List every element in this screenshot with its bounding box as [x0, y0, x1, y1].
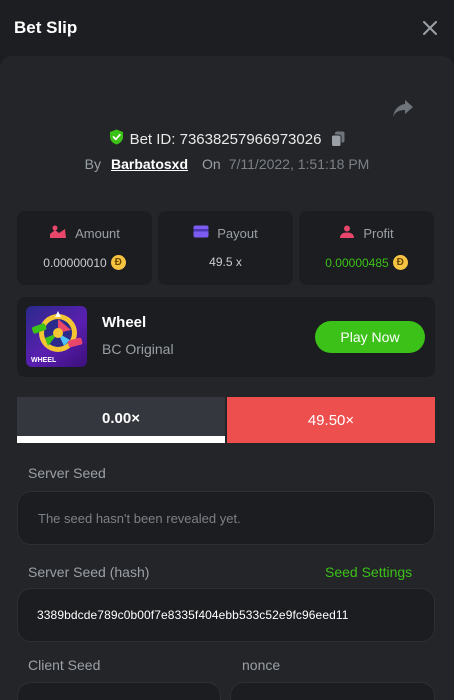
- share-icon[interactable]: [392, 98, 414, 118]
- payout-value: 49.5 x: [209, 255, 242, 269]
- profit-value: 0.00000485: [325, 255, 389, 270]
- server-seed-field[interactable]: The seed hasn't been revealed yet.: [17, 491, 435, 545]
- server-seed-hash-label: Server Seed (hash): [28, 564, 150, 580]
- bet-timestamp: 7/11/2022, 1:51:18 PM: [228, 156, 370, 172]
- profit-card: Profit 0.00000485 Đ: [299, 211, 434, 285]
- on-label: On: [202, 156, 221, 172]
- nonce-label: nonce: [242, 657, 281, 673]
- wheel-game-thumbnail[interactable]: WHEEL: [26, 306, 87, 367]
- verified-shield-icon: [109, 129, 124, 149]
- close-icon[interactable]: [420, 18, 440, 38]
- amount-label: Amount: [75, 226, 120, 241]
- payout-label: Payout: [217, 225, 258, 241]
- copy-icon[interactable]: [331, 131, 345, 147]
- bet-meta-row: By Barbatosxd On 7/11/2022, 1:51:18 PM: [0, 153, 454, 175]
- nonce-field[interactable]: [230, 682, 435, 700]
- server-seed-placeholder: The seed hasn't been revealed yet.: [38, 510, 241, 526]
- bet-id: Bet ID: 73638257966973026: [129, 130, 322, 148]
- client-seed-field[interactable]: [17, 682, 221, 700]
- server-seed-hash-field[interactable]: 3389bdcde789c0b00f7e8335f404ebb533c52e9f…: [17, 588, 435, 642]
- amount-value: 0.00000010: [43, 255, 107, 270]
- multiplier-segment-result: 49.50×: [227, 397, 435, 443]
- server-seed-label: Server Seed: [28, 465, 106, 481]
- client-seed-label: Client Seed: [28, 657, 101, 673]
- amount-card: Amount 0.00000010 Đ: [17, 211, 152, 285]
- game-name: Wheel: [102, 314, 147, 331]
- server-seed-hash-value: 3389bdcde789c0b00f7e8335f404ebb533c52e9f…: [37, 608, 349, 622]
- by-label: By: [84, 156, 101, 172]
- play-now-button[interactable]: Play Now: [315, 321, 425, 353]
- amount-icon: [49, 225, 67, 242]
- coin-icon: Đ: [110, 255, 126, 270]
- coin-icon: Đ: [392, 255, 408, 270]
- profit-label: Profit: [363, 226, 394, 241]
- wallet-icon: [193, 225, 209, 241]
- page-title: Bet Slip: [14, 18, 78, 37]
- thumbnail-wordmark: WHEEL: [31, 357, 57, 364]
- multiplier-segment-lost: 0.00×: [17, 397, 225, 443]
- user-link[interactable]: Barbatosxd: [111, 156, 188, 172]
- payout-card: Payout 49.5 x: [158, 211, 293, 285]
- bet-slip-header: Bet Slip: [0, 0, 454, 56]
- bet-id-row: Bet ID: 73638257966973026: [0, 128, 454, 150]
- profit-icon: [339, 225, 355, 242]
- game-card: WHEEL Wheel BC Original Play Now: [17, 297, 435, 377]
- seed-settings-link[interactable]: Seed Settings: [325, 564, 412, 580]
- game-provider: BC Original: [102, 341, 174, 357]
